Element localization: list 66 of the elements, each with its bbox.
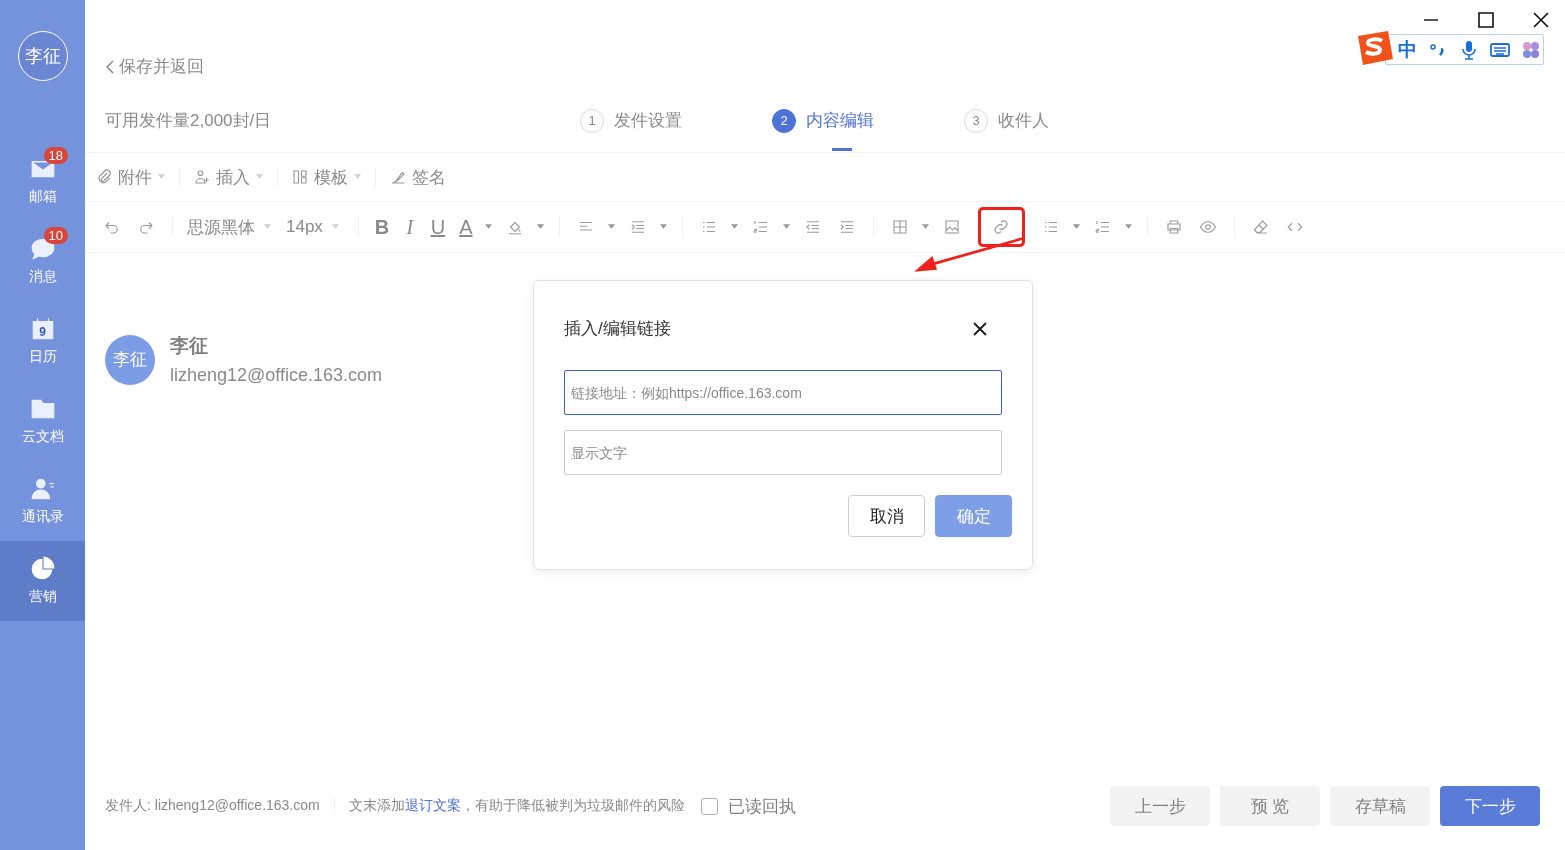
input-mode[interactable]: 中	[1398, 36, 1417, 63]
footer-button[interactable]: 上一步	[1110, 786, 1210, 826]
sidebar-item[interactable]: 营销	[0, 541, 85, 621]
paperclip-icon	[95, 168, 113, 186]
numbered-list-icon	[1093, 218, 1112, 236]
toolbar-button[interactable]: 签名	[389, 165, 446, 189]
caret-icon	[353, 174, 362, 180]
person-plus-icon	[193, 168, 211, 186]
eraser-icon	[1251, 218, 1270, 236]
microphone-icon[interactable]	[1459, 39, 1479, 60]
numbered-list-icon	[751, 218, 770, 236]
format-button[interactable]: B	[372, 215, 391, 239]
step-tab[interactable]: 1 发件设置	[580, 90, 682, 151]
dialog-title: 插入/编辑链接	[564, 318, 671, 340]
user-avatar[interactable]: 李征	[17, 31, 68, 81]
unsubscribe-link[interactable]: 退订文案	[404, 797, 461, 813]
sender-avatar: 李征	[105, 334, 155, 385]
quota-text: 可用发件量2,000封/日	[105, 110, 273, 132]
sender-text: 发件人: lizheng12@office.163.com	[105, 797, 320, 815]
step-tab[interactable]: 2 内容编辑	[772, 90, 874, 151]
caret-icon	[330, 224, 340, 230]
unread-badge: 10	[43, 227, 68, 244]
sender-name: 李征	[170, 334, 209, 358]
pie-icon	[29, 556, 56, 582]
unsubscribe-notice: 文末添加退订文案，有助于降低被判为垃圾邮件的风险	[348, 797, 685, 815]
link-icon	[992, 218, 1011, 236]
sidebar-item[interactable]: 通讯录	[0, 461, 85, 541]
read-receipt-checkbox[interactable]: 已读回执	[700, 794, 796, 818]
eye-icon	[1198, 218, 1217, 236]
footer-button[interactable]: 存草稿	[1330, 786, 1430, 826]
back-link[interactable]: 保存并返回	[105, 55, 204, 78]
sidebar-item[interactable]: 18 邮箱	[0, 141, 85, 221]
format-button[interactable]: I	[400, 215, 419, 239]
calendar-day: 9	[38, 325, 47, 339]
apps-icon[interactable]	[1521, 39, 1541, 60]
sidebar-item[interactable]: 10 消息	[0, 221, 85, 301]
caret-icon	[263, 224, 272, 230]
footer-button[interactable]: 预 览	[1220, 786, 1320, 826]
format-button[interactable]: A	[456, 215, 475, 239]
sender-email: lizheng12@office.163.com	[170, 365, 383, 386]
sidebar-item[interactable]: 9 日历	[0, 301, 85, 381]
checkbox[interactable]	[700, 797, 718, 815]
maximize-icon[interactable]	[1476, 10, 1496, 30]
chevron-left-icon	[105, 58, 115, 75]
dropdown[interactable]: 思源黑体	[187, 215, 272, 239]
step-tab[interactable]: 3 收件人	[964, 90, 1049, 151]
printer-icon	[1164, 218, 1183, 236]
sidebar-item[interactable]: 云文档	[0, 381, 85, 461]
grid-icon	[291, 168, 309, 186]
caret-icon	[157, 174, 166, 180]
toolbar-button[interactable]: 附件	[95, 165, 166, 189]
dialog-button[interactable]: 取消	[848, 495, 925, 537]
dropdown[interactable]: 14px	[286, 217, 340, 237]
toolbar-button[interactable]: 插入	[193, 165, 264, 189]
table-icon	[890, 218, 909, 236]
format-button[interactable]: U	[428, 215, 447, 239]
contacts-icon	[29, 476, 56, 502]
close-icon[interactable]	[972, 320, 988, 337]
caret-icon	[255, 174, 264, 180]
unread-badge: 18	[43, 147, 68, 164]
highlighted-button[interactable]	[977, 207, 1025, 247]
close-icon[interactable]	[1531, 10, 1551, 30]
input-field[interactable]: 链接地址：例如https://office.163.com	[564, 370, 1002, 415]
toolbar-button[interactable]: 模板	[291, 165, 362, 189]
image-icon	[942, 218, 961, 236]
footer-button[interactable]: 下一步	[1440, 786, 1540, 826]
